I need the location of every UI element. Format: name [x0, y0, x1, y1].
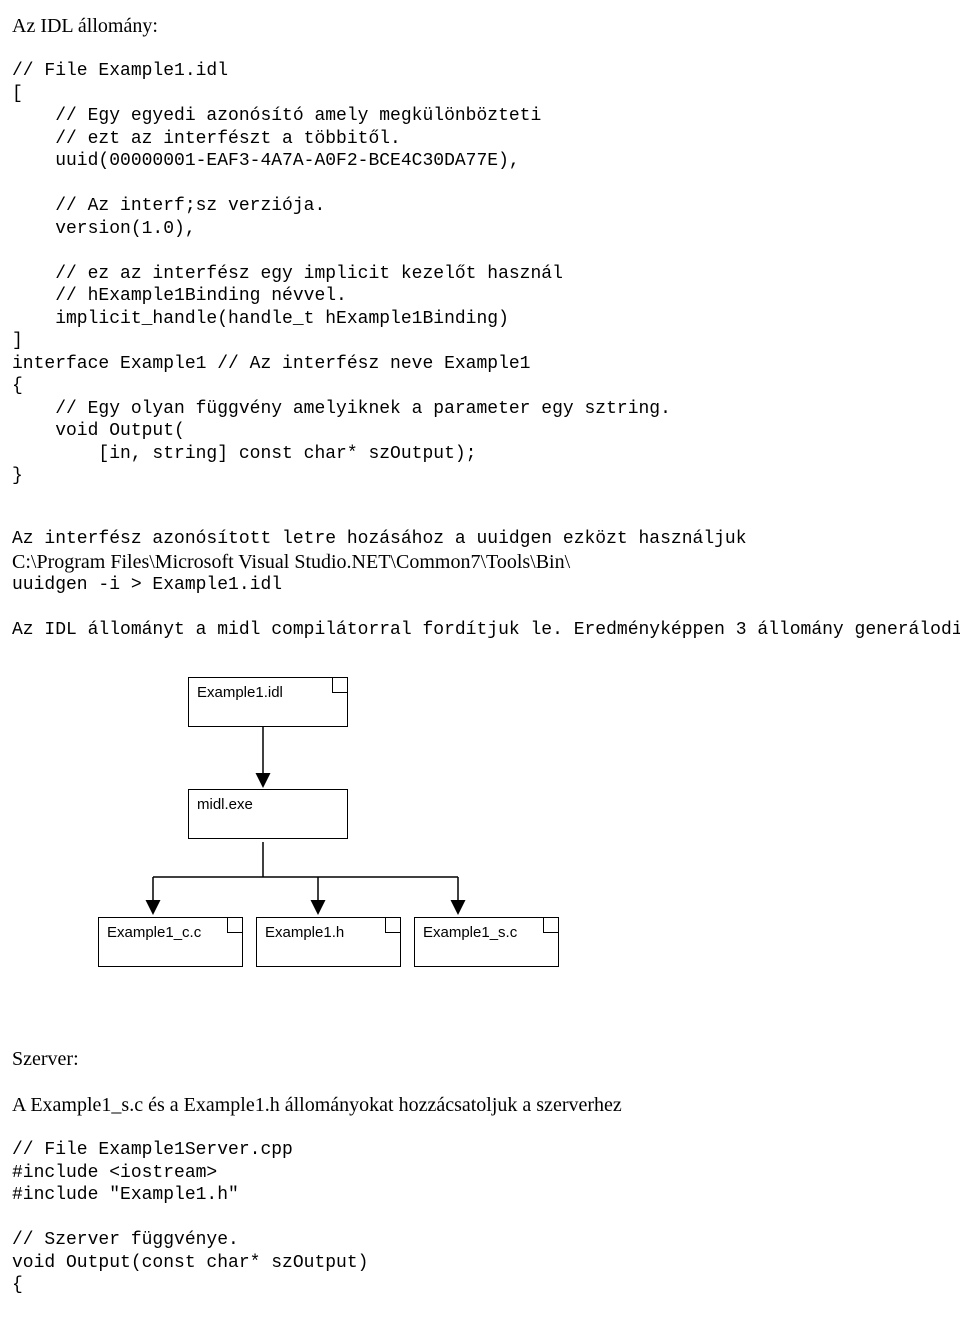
diagram-box-label: Example1_s.c	[423, 924, 517, 941]
diagram-box-c-c: Example1_c.c	[98, 917, 243, 967]
path-text: C:\Program Files\Microsoft Visual Studio…	[12, 550, 948, 574]
section-server-title: Szerver:	[12, 1047, 948, 1071]
diagram-box-h: Example1.h	[256, 917, 401, 967]
section-title: Az IDL állomány:	[12, 14, 948, 38]
diagram-box-label: Example1_c.c	[107, 924, 201, 941]
diagram-box-idl: Example1.idl	[188, 677, 348, 727]
diagram-box-s-c: Example1_s.c	[414, 917, 559, 967]
command-text: uuidgen -i > Example1.idl	[12, 574, 948, 597]
diagram-box-midl: midl.exe	[188, 789, 348, 839]
diagram-midl-flow: Example1.idl midl.exe Example1_c.c Examp…	[98, 677, 638, 987]
diagram-box-label: Example1.h	[265, 924, 344, 941]
diagram-box-label: midl.exe	[197, 796, 253, 813]
diagram-box-label: Example1.idl	[197, 684, 283, 701]
code-block-server: // File Example1Server.cpp #include <ios…	[12, 1139, 948, 1297]
server-attach-line: A Example1_s.c és a Example1.h állományo…	[12, 1093, 948, 1117]
paragraph-uuidgen-intro: Az interfész azonósított letre hozásához…	[12, 528, 948, 551]
paragraph-midl: Az IDL állományt a midl compilátorral fo…	[12, 619, 948, 642]
code-block-idl: // File Example1.idl [ // Egy egyedi azo…	[12, 60, 948, 488]
